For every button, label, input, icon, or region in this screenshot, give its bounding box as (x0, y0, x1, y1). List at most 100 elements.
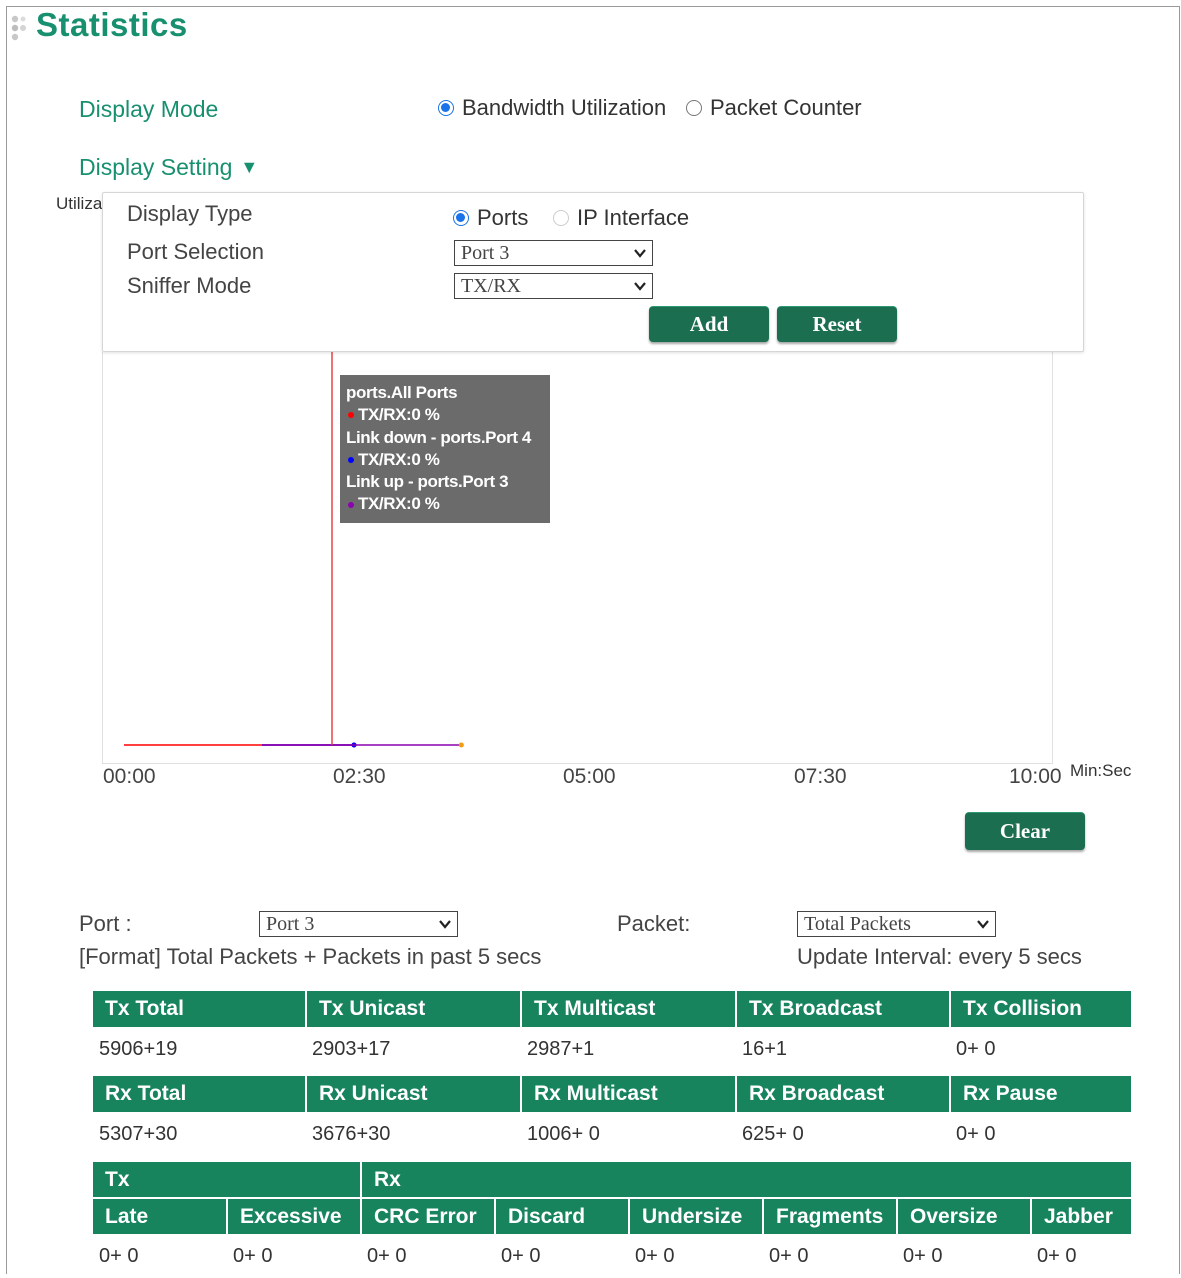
port-label: Port : (79, 911, 132, 936)
table-cell: 2903+17 (312, 1037, 391, 1060)
chart-y-label: Utiliza (56, 194, 103, 213)
format-text: [Format] Total Packets + Packets in past… (79, 944, 542, 969)
chart-tooltip: ports.All Ports TX/RX:0 % Link down - port… (340, 375, 550, 523)
chevron-down-icon (977, 920, 989, 929)
table-header: Rx Unicast (306, 1076, 522, 1112)
table-header: Tx Total (93, 991, 307, 1027)
chevron-down-icon (439, 920, 451, 929)
chart-area (102, 352, 1053, 764)
table-cell: 0+ 0 (501, 1244, 541, 1267)
table-row: 5906+19 2903+17 2987+1 16+1 0+ 0 (93, 1027, 1131, 1071)
radio-button[interactable] (686, 100, 702, 116)
table-cell: 0+ 0 (1037, 1244, 1077, 1267)
tooltip-line: ports.All Ports (346, 383, 458, 402)
display-mode-label: Display Mode (79, 96, 219, 122)
table-cell: 5307+30 (99, 1122, 178, 1145)
radio-packet-counter[interactable]: Packet Counter (686, 95, 862, 121)
display-setting-label: Display Setting (79, 154, 233, 180)
select-value: Port 3 (461, 241, 510, 264)
x-tick-label: 00:00 (103, 765, 156, 788)
table-cell: 0+ 0 (903, 1244, 943, 1267)
error-stats-table: Tx Rx Late Excessive CRC Error Discard U… (93, 1162, 1131, 1278)
page-title: Statistics (36, 6, 188, 43)
select-value: Total Packets (804, 912, 911, 935)
table-header: CRC Error (361, 1198, 496, 1234)
series-point (458, 742, 464, 748)
chevron-down-icon (634, 249, 646, 258)
table-header: Late (93, 1198, 228, 1234)
x-axis-unit: Min:Sec (1070, 761, 1132, 780)
tooltip-line: TX/RX:0 % (346, 404, 544, 426)
select-value: TX/RX (461, 274, 521, 297)
utilization-chart[interactable] (103, 352, 1054, 764)
x-tick-label: 10:00 (1009, 765, 1062, 788)
radio-ports[interactable]: Ports (453, 205, 528, 231)
table-header: Tx Broadcast (736, 991, 951, 1027)
sniffer-mode-select[interactable]: TX/RX (454, 273, 653, 299)
table-cell: 2987+1 (527, 1037, 595, 1060)
radio-button-checked[interactable] (453, 210, 469, 226)
port-selection-label: Port Selection (127, 239, 264, 264)
chevron-down-icon (634, 282, 646, 291)
display-setting-toggle[interactable]: Display Setting ▼ (79, 154, 258, 181)
radio-bandwidth-utilization[interactable]: Bandwidth Utilization (438, 95, 666, 121)
table-header: Tx Collision (950, 991, 1131, 1027)
x-tick-label: 07:30 (794, 765, 847, 788)
table-group-header-rx: Rx (361, 1162, 1131, 1199)
table-cell: 0+ 0 (635, 1244, 675, 1267)
select-value: Port 3 (266, 912, 315, 935)
add-button[interactable]: Add (649, 306, 769, 342)
tx-stats-table: Tx Total Tx Unicast Tx Multicast Tx Broa… (93, 991, 1131, 1071)
table-cell: 0+ 0 (367, 1244, 407, 1267)
reset-button[interactable]: Reset (777, 306, 897, 342)
table-header: Discard (495, 1198, 630, 1234)
table-cell: 16+1 (742, 1037, 788, 1060)
table-cell: 625+ 0 (742, 1122, 804, 1145)
tooltip-line: Link down - ports.Port 4 (346, 427, 531, 447)
radio-label: Bandwidth Utilization (462, 95, 667, 120)
radio-ip-interface[interactable]: IP Interface (553, 205, 689, 231)
port-selection-select[interactable]: Port 3 (454, 240, 653, 266)
table-cell: 5906+19 (99, 1037, 178, 1060)
table-row: 5307+30 3676+30 1006+ 0 625+ 0 0+ 0 (93, 1112, 1131, 1156)
table-cell: 1006+ 0 (527, 1122, 600, 1145)
display-type-label: Display Type (127, 201, 253, 226)
table-header: Rx Pause (950, 1076, 1131, 1112)
packet-port-select[interactable]: Port 3 (259, 911, 458, 937)
update-interval-text: Update Interval: every 5 secs (797, 944, 1082, 969)
radio-label: Packet Counter (710, 95, 862, 120)
clear-button[interactable]: Clear (965, 812, 1085, 850)
table-cell: 0+ 0 (956, 1037, 996, 1060)
display-setting-panel: Display Type Ports IP Interface Port Sel… (102, 192, 1084, 352)
radio-button-disabled[interactable] (553, 210, 569, 226)
table-group-header-tx: Tx (93, 1162, 362, 1199)
table-cell: 0+ 0 (233, 1244, 273, 1267)
table-header: Rx Broadcast (736, 1076, 951, 1112)
radio-button-checked[interactable] (438, 100, 454, 116)
table-header: Fragments (763, 1198, 898, 1234)
table-cell: 0+ 0 (956, 1122, 996, 1145)
series-dot-icon (348, 501, 354, 508)
packet-label: Packet: (617, 911, 691, 936)
table-header: Undersize (629, 1198, 764, 1234)
series-dot-icon (348, 412, 354, 419)
table-header: Rx Total (93, 1076, 307, 1112)
tooltip-line: TX/RX:0 % (346, 449, 544, 471)
table-cell: 0+ 0 (99, 1244, 139, 1267)
table-header: Excessive (227, 1198, 362, 1234)
rx-stats-table: Rx Total Rx Unicast Rx Multicast Rx Broa… (93, 1076, 1131, 1156)
x-tick-label: 05:00 (563, 765, 616, 788)
triangle-down-icon: ▼ (240, 157, 259, 177)
table-cell: 0+ 0 (769, 1244, 809, 1267)
tooltip-line: TX/RX:0 % (346, 493, 544, 515)
table-cell: 3676+30 (312, 1122, 391, 1145)
sniffer-mode-label: Sniffer Mode (127, 273, 252, 298)
radio-label: IP Interface (577, 205, 690, 230)
table-header: Rx Multicast (521, 1076, 737, 1112)
tooltip-line: Link up - ports.Port 3 (346, 472, 509, 492)
radio-label: Ports (477, 205, 529, 230)
table-header: Tx Multicast (521, 991, 737, 1027)
series-dot-icon (348, 456, 354, 463)
packet-type-select[interactable]: Total Packets (797, 911, 996, 937)
x-tick-label: 02:30 (333, 765, 386, 788)
